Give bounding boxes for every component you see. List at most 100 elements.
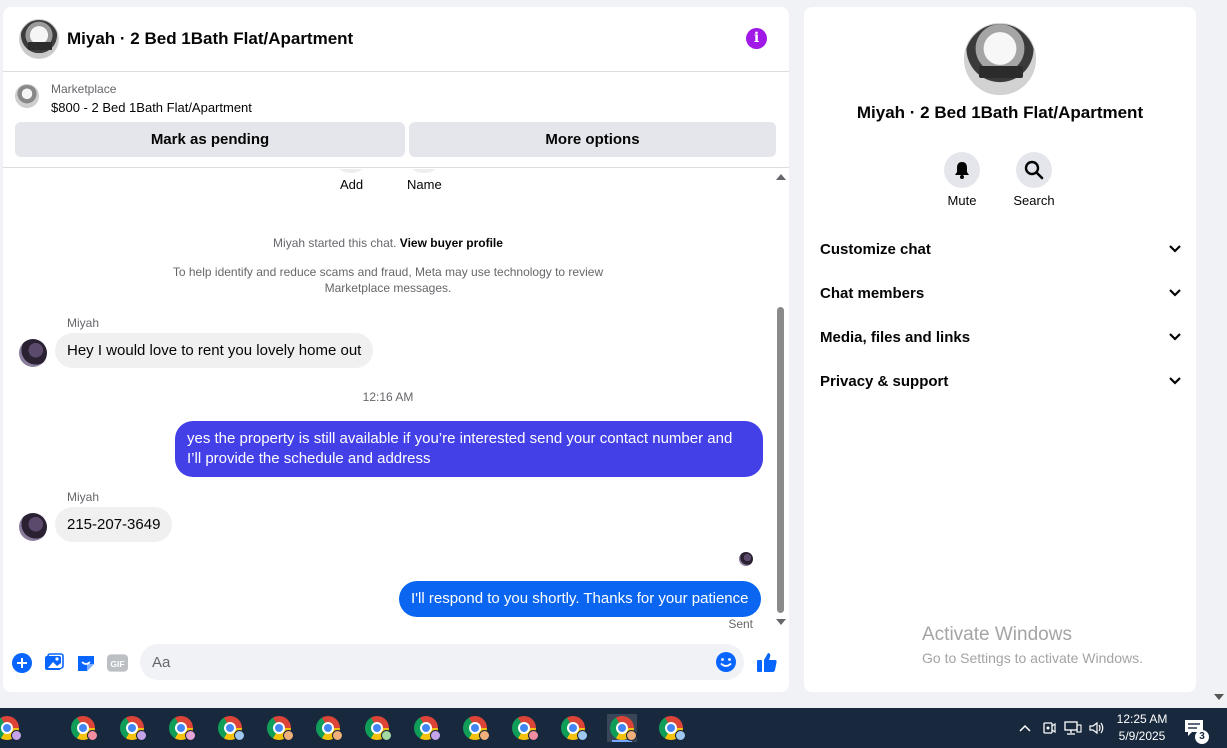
taskbar-chrome-app[interactable] — [509, 714, 539, 742]
mark-as-pending-button[interactable]: Mark as pending — [15, 122, 405, 157]
add-action-icon[interactable] — [337, 169, 365, 173]
sender-name: Miyah — [67, 316, 100, 330]
taskbar-chrome-app[interactable] — [411, 714, 441, 742]
chevron-up-icon[interactable] — [1018, 723, 1032, 733]
activate-windows-subtitle: Go to Settings to activate Windows. — [922, 650, 1143, 666]
section-label: Chat members — [820, 284, 925, 302]
bell-icon — [955, 162, 969, 179]
taskbar-chrome-app[interactable] — [656, 714, 686, 742]
search-icon — [1024, 160, 1044, 180]
taskbar-chrome-app[interactable] — [313, 714, 343, 742]
chevron-down-icon — [1169, 333, 1181, 341]
chevron-down-icon — [1169, 289, 1181, 297]
notification-count-badge: 3 — [1195, 730, 1209, 744]
name-action-icon[interactable] — [410, 169, 438, 173]
taskbar-chrome-app[interactable] — [117, 714, 147, 742]
taskbar-chrome-app[interactable] — [215, 714, 245, 742]
listing-thumbnail[interactable] — [15, 84, 39, 108]
message-input[interactable] — [140, 644, 700, 680]
listing-price-title[interactable]: $800 - 2 Bed 1Bath Flat/Apartment — [51, 100, 252, 115]
chat-title[interactable]: Miyah · 2 Bed 1Bath Flat/Apartment — [67, 29, 353, 49]
clock-time: 12:25 AM — [1116, 712, 1168, 726]
taskbar-chrome-app[interactable] — [68, 714, 98, 742]
incoming-message[interactable]: 215-207-3649 — [55, 507, 173, 542]
taskbar-chrome-app[interactable] — [264, 714, 294, 742]
section-customize-chat[interactable]: Customize chat — [820, 234, 1182, 264]
taskbar-chrome-app[interactable] — [460, 714, 490, 742]
thumbs-up-icon[interactable] — [755, 650, 779, 674]
profile-badge-icon — [528, 730, 539, 741]
emoji-icon[interactable] — [715, 651, 737, 673]
sender-avatar[interactable] — [19, 513, 47, 541]
taskbar-chrome-app[interactable] — [607, 714, 637, 742]
mute-button[interactable] — [944, 152, 980, 188]
windows-taskbar: 12:25 AM 5/9/2025 3 — [0, 708, 1227, 748]
chat-started-text: Miyah started this chat. — [273, 236, 397, 250]
scroll-up-arrow-icon[interactable] — [776, 174, 786, 180]
add-action-label[interactable]: Add — [340, 177, 363, 192]
system-tray — [1018, 708, 1106, 748]
profile-badge-icon — [136, 730, 147, 741]
profile-badge-icon — [185, 730, 196, 741]
sender-name: Miyah — [67, 490, 100, 504]
activate-windows-title: Activate Windows — [922, 624, 1072, 645]
profile-badge-icon — [11, 730, 22, 741]
profile-badge-icon — [234, 730, 245, 741]
more-options-button[interactable]: More options — [409, 122, 776, 157]
message-scrollbar[interactable] — [773, 169, 789, 631]
chevron-down-icon — [1169, 377, 1181, 385]
scroll-down-arrow-icon[interactable] — [776, 619, 786, 625]
scroll-thumb[interactable] — [777, 307, 784, 613]
section-privacy-support[interactable]: Privacy & support — [820, 366, 1182, 396]
info-icon[interactable]: i — [746, 28, 767, 49]
profile-badge-icon — [283, 730, 294, 741]
marketplace-listing-bar: Marketplace $800 - 2 Bed 1Bath Flat/Apar… — [3, 72, 789, 168]
profile-avatar[interactable] — [964, 23, 1036, 95]
message-composer: GIF — [3, 643, 789, 683]
taskbar-chrome-app[interactable] — [0, 714, 22, 742]
profile-badge-icon — [332, 730, 343, 741]
message-input-box[interactable] — [140, 644, 744, 680]
profile-name: Miyah · 2 Bed 1Bath Flat/Apartment — [856, 103, 1144, 122]
profile-badge-icon — [87, 730, 98, 741]
profile-badge-icon — [430, 730, 441, 741]
name-action-label[interactable]: Name — [407, 177, 442, 192]
section-chat-members[interactable]: Chat members — [820, 278, 1182, 308]
search-button[interactable] — [1016, 152, 1052, 188]
listing-avatar[interactable] — [19, 19, 59, 59]
page-scroll-down-icon[interactable] — [1214, 694, 1224, 700]
network-icon[interactable] — [1064, 721, 1082, 735]
taskbar-clock[interactable]: 12:25 AM 5/9/2025 — [1112, 711, 1172, 745]
chat-panel: Miyah · 2 Bed 1Bath Flat/Apartment i Mar… — [3, 7, 789, 692]
section-label: Privacy & support — [820, 372, 949, 390]
meet-now-icon[interactable] — [1042, 721, 1056, 735]
sender-avatar[interactable] — [19, 339, 47, 367]
chevron-down-icon — [1169, 245, 1181, 253]
profile-badge-icon — [381, 730, 392, 741]
gif-icon[interactable]: GIF — [107, 652, 128, 673]
taskbar-chrome-app[interactable] — [558, 714, 588, 742]
clock-date: 5/9/2025 — [1118, 729, 1166, 743]
scam-notice-line2: Marketplace messages. — [324, 281, 452, 295]
search-label: Search — [1013, 193, 1055, 208]
outgoing-message[interactable]: yes the property is still available if y… — [175, 421, 763, 477]
chat-started-notice: Miyah started this chat. View buyer prof… — [3, 236, 773, 250]
message-list[interactable]: Add Name Miyah started this chat. View b… — [3, 169, 789, 631]
mute-label: Mute — [947, 193, 977, 208]
plus-circle-icon[interactable] — [11, 652, 32, 673]
sticker-icon[interactable] — [75, 652, 96, 673]
taskbar-chrome-app[interactable] — [362, 714, 392, 742]
section-media-files-links[interactable]: Media, files and links — [820, 322, 1182, 352]
message-timestamp: 12:16 AM — [362, 390, 414, 404]
profile-badge-icon — [577, 730, 588, 741]
outgoing-message[interactable]: I'll respond to you shortly. Thanks for … — [399, 581, 761, 617]
top-actions-row: Add Name — [3, 169, 773, 199]
profile-badge-icon — [479, 730, 490, 741]
taskbar-chrome-app[interactable] — [166, 714, 196, 742]
incoming-message[interactable]: Hey I would love to rent you lovely home… — [55, 333, 374, 368]
scam-notice-line1: To help identify and reduce scams and fr… — [172, 265, 604, 279]
image-icon[interactable] — [43, 652, 64, 673]
volume-icon[interactable] — [1088, 721, 1106, 735]
view-buyer-profile-link[interactable]: View buyer profile — [400, 236, 503, 250]
section-label: Customize chat — [820, 240, 931, 258]
